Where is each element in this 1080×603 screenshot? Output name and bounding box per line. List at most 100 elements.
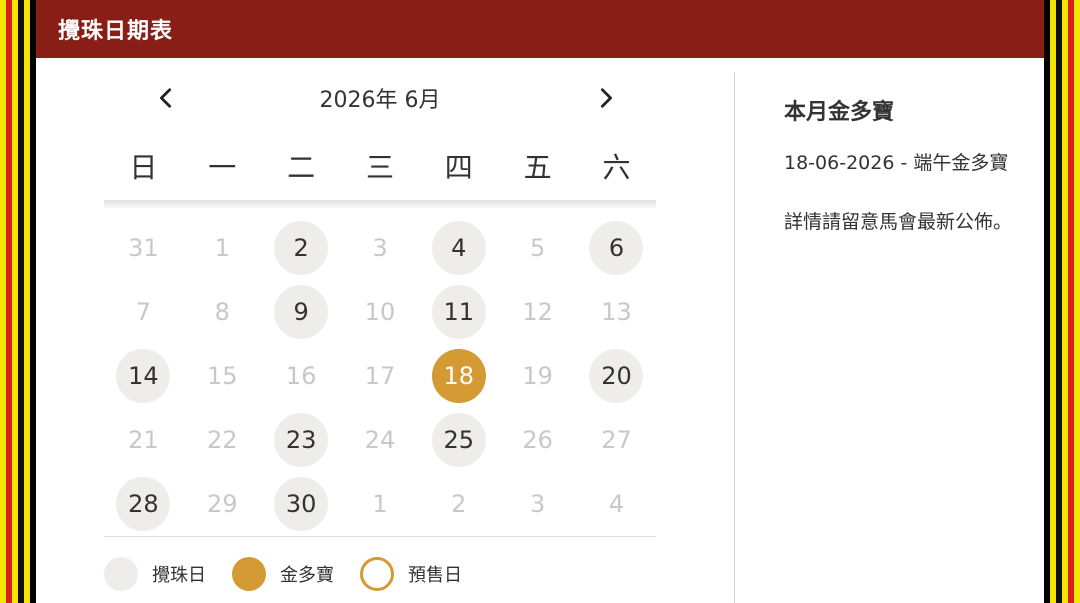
day-number: 25	[431, 413, 486, 467]
weekday-header: 日 一 二 三 四 五 六	[104, 146, 656, 190]
day-number: 28	[116, 477, 171, 531]
day-number: 6	[589, 221, 644, 275]
day-number: 30	[274, 477, 329, 531]
calendar-day: 24	[341, 408, 420, 472]
legend-item-draw: 攪珠日	[104, 557, 206, 591]
calendar-day: 27	[577, 408, 656, 472]
panel-title: 攪珠日期表	[58, 19, 174, 44]
day-number: 31	[128, 234, 159, 262]
legend-item-presale: 預售日	[360, 557, 462, 591]
legend-item-jackpot: 金多寶	[232, 557, 334, 591]
presale-day-swatch	[360, 557, 394, 591]
calendar-day: 2	[419, 472, 498, 536]
day-number: 20	[589, 349, 644, 403]
calendar-bottom-divider	[104, 536, 656, 537]
day-number: 13	[601, 298, 632, 326]
calendar-day: 12	[498, 280, 577, 344]
calendar-day-draw[interactable]: 14	[104, 344, 183, 408]
calendar-day-draw[interactable]: 23	[262, 408, 341, 472]
calendar-day: 1	[341, 472, 420, 536]
day-number: 18	[431, 349, 486, 403]
day-number: 7	[135, 298, 152, 326]
calendar-day-draw[interactable]: 30	[262, 472, 341, 536]
calendar-day-draw[interactable]: 9	[262, 280, 341, 344]
border-stripe	[1068, 0, 1074, 603]
border-stripe	[1050, 0, 1056, 603]
weekday-label: 一	[208, 151, 237, 184]
panel-header: 攪珠日期表	[36, 0, 1044, 58]
day-number: 26	[522, 426, 553, 454]
day-number: 4	[431, 221, 486, 275]
calendar-day: 15	[183, 344, 262, 408]
legend: 攪珠日 金多寶 預售日	[104, 556, 488, 592]
calendar-day: 22	[183, 408, 262, 472]
calendar-day: 19	[498, 344, 577, 408]
calendar-day: 1	[183, 216, 262, 280]
calendar-day: 10	[341, 280, 420, 344]
weekday-label: 五	[523, 151, 552, 184]
day-number: 2	[451, 490, 467, 518]
jackpot-day-swatch	[232, 557, 266, 591]
day-number: 23	[274, 413, 329, 467]
day-number: 4	[608, 490, 625, 518]
month-navigation: 2026年 6月	[104, 80, 656, 116]
calendar: 2026年 6月 日 一 二 三 四 五 六 31 1 2 3 4 5 6 7 8 9 10 11 12…	[104, 58, 656, 603]
day-number: 3	[372, 234, 388, 262]
calendar-day: 13	[577, 280, 656, 344]
monthly-jackpot-info: 本月金多寶 18-06-2026 - 端午金多寶 詳情請留意馬會最新公佈。	[784, 72, 1044, 234]
weekday-label: 二	[287, 151, 316, 184]
border-stripe	[1074, 0, 1080, 603]
legend-label: 金多寶	[280, 565, 334, 586]
calendar-day-draw[interactable]: 11	[419, 280, 498, 344]
vertical-divider	[734, 72, 735, 603]
draw-schedule-panel: 攪珠日期表 2026年 6月 日 一 二 三 四 五 六 31 1 2 3 4 …	[36, 0, 1044, 603]
calendar-day-draw[interactable]: 25	[419, 408, 498, 472]
calendar-day: 3	[341, 216, 420, 280]
month-label: 2026年 6月	[319, 88, 441, 113]
day-number: 1	[214, 234, 230, 262]
legend-label: 預售日	[408, 565, 462, 586]
border-stripe	[24, 0, 30, 603]
day-number: 19	[522, 362, 553, 390]
announcement-note: 詳情請留意馬會最新公佈。	[784, 211, 1013, 233]
day-number: 16	[285, 362, 317, 390]
day-number: 12	[522, 298, 553, 326]
calendar-day: 16	[262, 344, 341, 408]
calendar-day: 3	[498, 472, 577, 536]
day-number: 15	[206, 362, 238, 390]
weekday-label: 六	[602, 151, 631, 184]
calendar-day: 4	[577, 472, 656, 536]
calendar-day: 29	[183, 472, 262, 536]
day-number: 5	[530, 234, 546, 262]
legend-label: 攪珠日	[152, 565, 206, 586]
day-number: 22	[206, 426, 238, 454]
weekday-label: 三	[365, 151, 394, 184]
day-number: 9	[274, 285, 329, 339]
border-stripe	[1056, 0, 1062, 603]
calendar-day-draw[interactable]: 20	[577, 344, 656, 408]
next-month-button[interactable]	[588, 80, 624, 116]
calendar-day-draw[interactable]: 6	[577, 216, 656, 280]
calendar-day: 26	[498, 408, 577, 472]
day-number: 11	[431, 285, 486, 339]
day-number: 14	[116, 349, 171, 403]
calendar-day-draw[interactable]: 2	[262, 216, 341, 280]
calendar-day-draw[interactable]: 28	[104, 472, 183, 536]
calendar-day: 21	[104, 408, 183, 472]
chevron-right-icon	[600, 88, 612, 108]
weekday-divider	[104, 200, 656, 208]
jackpot-event: 18-06-2026 - 端午金多寶	[784, 152, 1009, 174]
day-number: 24	[364, 426, 396, 454]
calendar-day-jackpot[interactable]: 18	[419, 344, 498, 408]
day-number: 27	[601, 426, 632, 454]
calendar-day-draw[interactable]: 4	[419, 216, 498, 280]
calendar-day: 5	[498, 216, 577, 280]
calendar-day: 7	[104, 280, 183, 344]
day-number: 1	[372, 490, 388, 518]
border-stripe	[1062, 0, 1068, 603]
day-number: 21	[128, 426, 159, 454]
calendar-day: 8	[183, 280, 262, 344]
day-number: 3	[530, 490, 546, 518]
day-number: 2	[274, 221, 329, 275]
weekday-label: 四	[444, 151, 473, 184]
